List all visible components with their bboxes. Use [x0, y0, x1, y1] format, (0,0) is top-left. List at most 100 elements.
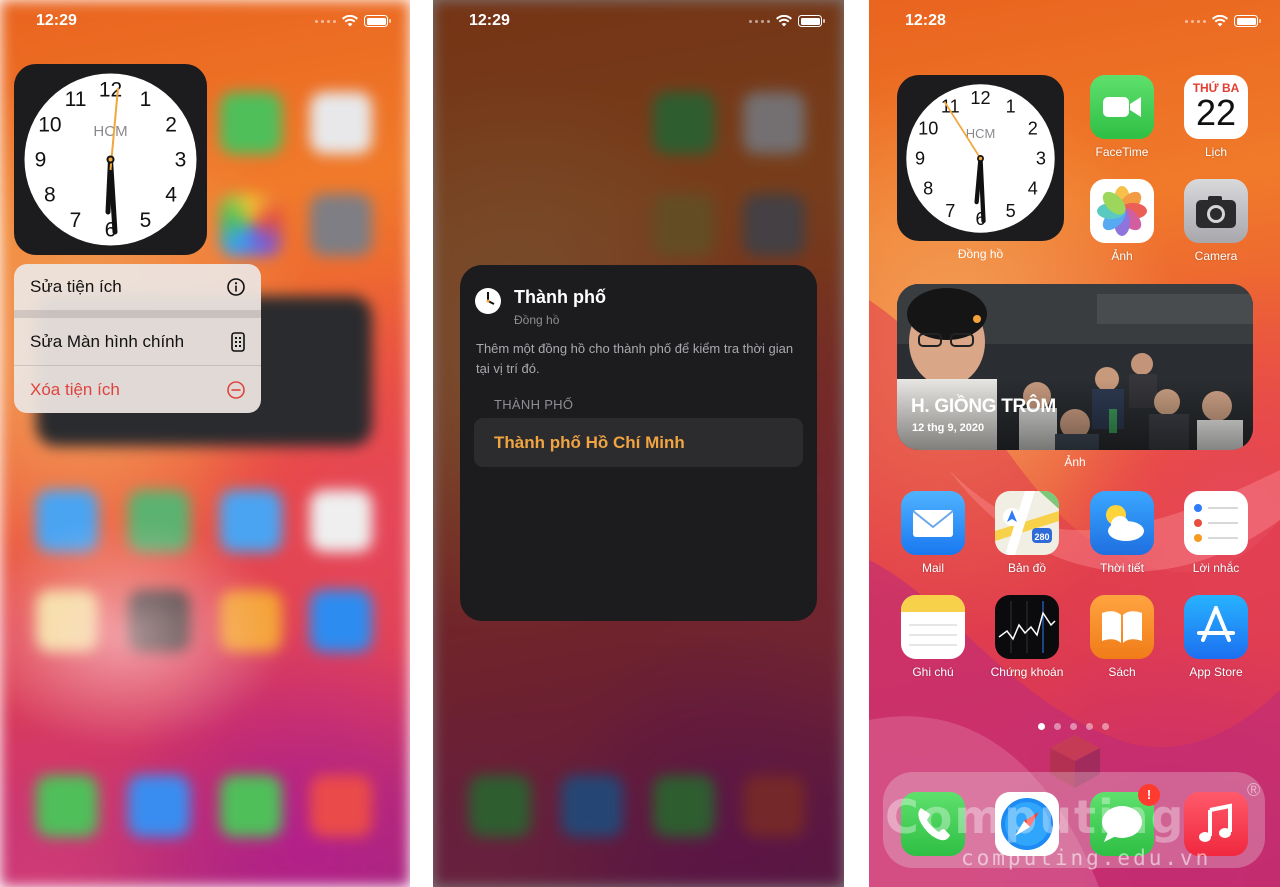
- page-indicator[interactable]: [1038, 723, 1109, 730]
- clock-numeral: 7: [70, 209, 82, 232]
- clock-numeral: 2: [1028, 118, 1038, 138]
- app-mail[interactable]: Mail: [901, 491, 965, 575]
- weather-icon: [1090, 491, 1154, 555]
- photos-icon: [1090, 179, 1154, 243]
- clock-icon: [475, 288, 501, 314]
- app-photos[interactable]: Ảnh: [1090, 179, 1154, 263]
- clock-numeral: 9: [35, 149, 47, 172]
- phone-apps-icon: [231, 331, 245, 352]
- app-books[interactable]: Sách: [1090, 595, 1154, 679]
- clock-numeral: 9: [915, 149, 925, 169]
- app-notes[interactable]: Ghi chú: [901, 595, 965, 679]
- clock-numeral: 5: [140, 209, 152, 232]
- notes-icon: [901, 595, 965, 659]
- watermark-brand: Computing: [885, 790, 1186, 844]
- clock-numeral: 1: [1006, 96, 1016, 116]
- clock-widget[interactable]: 12 1 2 3 4 5 6 7 8 9 10 11 HCM: [14, 64, 207, 255]
- app-label: Ảnh: [1111, 249, 1133, 263]
- clock-face: 12 1234567891011 HCM: [24, 73, 197, 246]
- clock-numeral: 11: [65, 88, 87, 111]
- battery-icon: [798, 15, 825, 27]
- app-facetime[interactable]: FaceTime: [1090, 75, 1154, 159]
- edit-home-screen-label: Sửa Màn hình chính: [30, 331, 185, 351]
- camera-icon: [1184, 179, 1248, 243]
- clock-face: 12 1234567891011 HCM: [906, 84, 1055, 233]
- clock-city-label: HCM: [966, 126, 995, 141]
- app-stocks[interactable]: Chứng khoán: [991, 595, 1063, 679]
- app-label: Mail: [921, 561, 944, 575]
- clock-widget-label: Đồng hồ: [957, 247, 1004, 261]
- app-label: Thời tiết: [1100, 561, 1144, 575]
- battery-icon: [1234, 15, 1261, 27]
- watermark-registered: ®: [1247, 780, 1261, 800]
- status-time: 12:29: [469, 12, 510, 29]
- app-reminders[interactable]: Lời nhắc: [1184, 491, 1248, 575]
- status-time: 12:29: [36, 12, 77, 29]
- clock-numeral: 8: [44, 184, 56, 207]
- edit-home-screen-menu-item[interactable]: Sửa Màn hình chính: [14, 318, 261, 365]
- app-app-store[interactable]: App Store: [1184, 595, 1248, 679]
- books-icon: [1090, 595, 1154, 659]
- battery-icon: [364, 15, 391, 27]
- calendar-day: 22: [1195, 92, 1237, 133]
- remove-widget-menu-item[interactable]: Xóa tiện ích: [14, 366, 261, 413]
- section-header: THÀNH PHỐ: [494, 397, 574, 412]
- calendar-icon: THỨ BA 22: [1184, 75, 1248, 139]
- cellular-signal-icon: [1185, 19, 1206, 23]
- maps-shield-text: 280: [1034, 532, 1049, 542]
- clock-numeral: 11: [941, 96, 960, 116]
- edit-widget-card: Thành phố Đồng hồ Thêm một đồng hồ cho t…: [460, 265, 817, 621]
- watermark-url: computing.edu.vn: [961, 846, 1212, 870]
- app-weather[interactable]: Thời tiết: [1090, 491, 1154, 575]
- info-circle-icon: [227, 278, 245, 296]
- app-label: Bản đồ: [1007, 561, 1047, 575]
- app-label: Ghi chú: [912, 665, 954, 679]
- status-bar: 12:28: [869, 0, 1280, 44]
- app-store-icon: [1184, 595, 1248, 659]
- clock-numeral: 10: [918, 118, 938, 138]
- app-label: Sách: [1108, 665, 1136, 679]
- clock-city-label: HCM: [93, 123, 127, 140]
- phone-screen-context-menu: 12:29 12 1 2 3 4 5 6 7 8 9 10 11 HCM Sửa tiện ích S…: [0, 0, 410, 887]
- app-label: Chứng khoán: [990, 665, 1064, 679]
- maps-icon: 280: [995, 491, 1059, 555]
- clock-numeral: 7: [945, 201, 955, 221]
- status-time: 12:28: [905, 12, 946, 29]
- edit-widget-menu-item[interactable]: Sửa tiện ích: [14, 264, 261, 310]
- photo-location: H. GIỒNG TRÔM: [911, 396, 1056, 417]
- city-field[interactable]: Thành phố Hồ Chí Minh: [474, 418, 803, 467]
- status-bar: 12:29: [0, 0, 410, 44]
- clock-numeral: 3: [1036, 149, 1046, 169]
- clock-numeral: 5: [1006, 201, 1016, 221]
- cellular-signal-icon: [749, 19, 770, 23]
- minus-circle-icon: [227, 380, 245, 399]
- photos-widget-label: Ảnh: [1064, 455, 1086, 469]
- clock-widget[interactable]: 12 1 2 3 4 5 6 7 8 9 10 11 HCM: [897, 75, 1064, 241]
- reminders-icon: [1184, 491, 1248, 555]
- app-maps[interactable]: 280 Bản đồ: [995, 491, 1059, 575]
- photos-widget[interactable]: H. GIỒNG TRÔM 12 thg 9, 2020: [897, 284, 1253, 450]
- remove-widget-label: Xóa tiện ích: [30, 379, 120, 399]
- widget-subtitle: Đồng hồ: [514, 313, 560, 327]
- wifi-icon: [776, 15, 792, 27]
- clock-numeral: 4: [1028, 179, 1038, 199]
- status-bar: 12:29: [433, 0, 844, 44]
- edit-widget-label: Sửa tiện ích: [30, 277, 122, 296]
- app-label: Lịch: [1204, 145, 1227, 159]
- app-label: Lời nhắc: [1192, 561, 1240, 575]
- facetime-icon: [1090, 75, 1154, 139]
- clock-numeral: 12: [970, 88, 990, 108]
- clock-numeral: 3: [175, 149, 187, 172]
- clock-numeral: 2: [165, 114, 177, 137]
- clock-numeral: 4: [165, 184, 177, 207]
- app-label: FaceTime: [1095, 145, 1149, 159]
- widget-description: Thêm một đồng hồ cho thành phố để kiểm t…: [476, 341, 794, 376]
- app-calendar[interactable]: THỨ BA 22 Lịch: [1184, 75, 1248, 159]
- cellular-signal-icon: [315, 19, 336, 23]
- app-camera[interactable]: Camera: [1184, 179, 1248, 263]
- app-label: Camera: [1194, 249, 1238, 263]
- stocks-icon: [995, 595, 1059, 659]
- app-label: App Store: [1189, 665, 1243, 679]
- clock-numeral: 10: [38, 114, 61, 137]
- mail-icon: [901, 491, 965, 555]
